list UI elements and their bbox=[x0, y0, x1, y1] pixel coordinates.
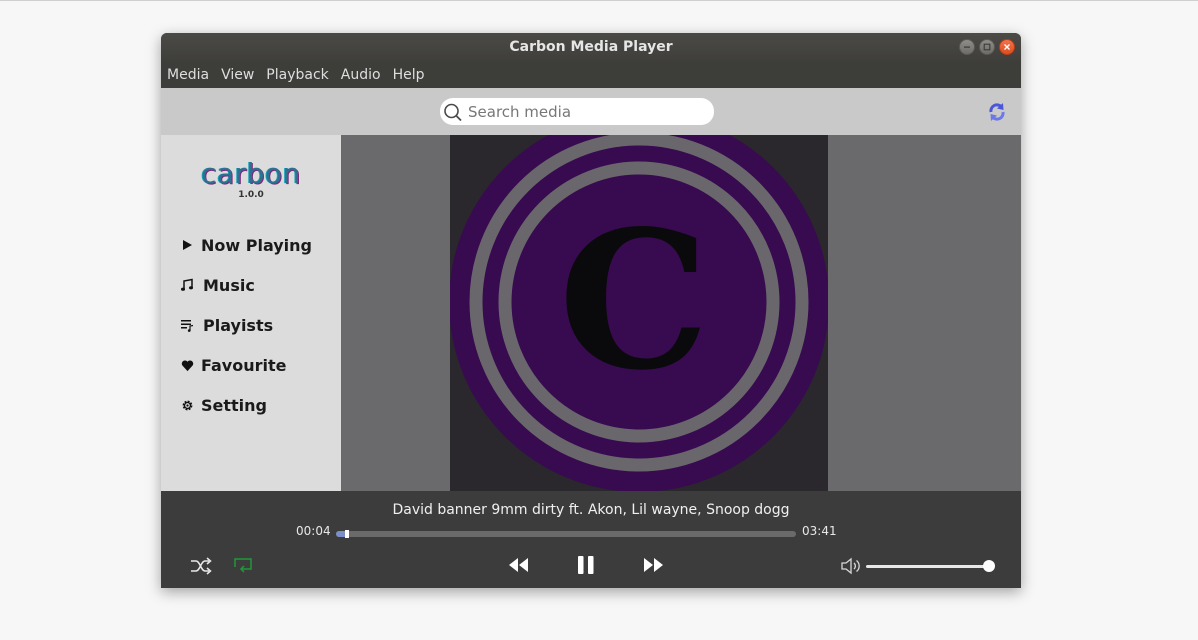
volume-button[interactable] bbox=[839, 555, 863, 577]
sidebar-item-music[interactable]: Music bbox=[179, 274, 255, 296]
menu-view[interactable]: View bbox=[215, 67, 260, 83]
sidebar-item-setting[interactable]: Setting bbox=[179, 394, 267, 416]
sidebar-item-label: Now Playing bbox=[201, 235, 313, 255]
play-icon bbox=[183, 240, 192, 250]
app-version: 1.0.0 bbox=[238, 190, 264, 200]
menu-media[interactable]: Media bbox=[161, 67, 215, 83]
menu-bar: Media View Playback Audio Help bbox=[161, 62, 1021, 88]
search-icon bbox=[444, 103, 462, 121]
player-window: Carbon Media Player Media View Playback … bbox=[161, 33, 1021, 588]
sidebar: carbon 1.0.0 Now Playing Music Playists … bbox=[161, 135, 341, 491]
elapsed-time: 00:04 bbox=[296, 524, 331, 538]
previous-button[interactable] bbox=[505, 554, 531, 576]
search-input[interactable] bbox=[466, 101, 710, 122]
repeat-icon bbox=[234, 558, 252, 573]
maximize-button[interactable] bbox=[979, 39, 995, 55]
gear-icon bbox=[182, 400, 192, 410]
playback-controls: David banner 9mm dirty ft. Akon, Lil way… bbox=[161, 491, 1021, 588]
menu-playback[interactable]: Playback bbox=[260, 67, 334, 83]
sidebar-item-label: Playists bbox=[203, 315, 274, 335]
rewind-icon bbox=[509, 558, 528, 572]
sidebar-item-playlists[interactable]: Playists bbox=[179, 314, 273, 336]
top-border bbox=[0, 0, 1198, 1]
artwork-letter: C bbox=[558, 189, 709, 412]
album-artwork: C bbox=[450, 135, 828, 491]
repeat-button[interactable] bbox=[231, 555, 255, 577]
window-title: Carbon Media Player bbox=[509, 39, 673, 55]
volume-handle[interactable] bbox=[983, 560, 995, 572]
duration-time: 03:41 bbox=[802, 524, 837, 538]
carbon-artwork: C bbox=[450, 135, 828, 491]
shuffle-button[interactable] bbox=[189, 555, 213, 577]
sidebar-item-label: Setting bbox=[201, 395, 267, 415]
maximize-icon bbox=[983, 43, 991, 51]
menu-audio[interactable]: Audio bbox=[335, 67, 387, 83]
volume-icon bbox=[841, 557, 860, 575]
search-bar bbox=[161, 88, 1021, 135]
music-note-icon bbox=[181, 278, 193, 291]
pause-icon bbox=[578, 556, 594, 574]
sidebar-item-label: Favourite bbox=[201, 355, 287, 375]
next-button[interactable] bbox=[641, 554, 667, 576]
menu-help[interactable]: Help bbox=[387, 67, 431, 83]
minimize-icon bbox=[964, 46, 970, 48]
sidebar-item-favourite[interactable]: Favourite bbox=[179, 354, 286, 376]
volume-slider[interactable] bbox=[866, 560, 995, 572]
sidebar-item-label: Music bbox=[203, 275, 255, 295]
search-box[interactable] bbox=[440, 98, 714, 125]
shuffle-icon bbox=[191, 557, 212, 575]
pause-button[interactable] bbox=[573, 553, 599, 577]
close-button[interactable] bbox=[999, 39, 1015, 55]
refresh-icon[interactable] bbox=[987, 101, 1007, 123]
now-playing-area: C bbox=[341, 135, 1021, 491]
title-bar[interactable]: Carbon Media Player bbox=[161, 33, 1021, 62]
playlist-icon bbox=[181, 320, 194, 332]
app-logo: carbon bbox=[201, 157, 301, 190]
fast-forward-icon bbox=[644, 558, 663, 572]
sidebar-item-now-playing[interactable]: Now Playing bbox=[179, 234, 312, 256]
heart-icon bbox=[181, 359, 193, 371]
close-icon bbox=[1004, 44, 1010, 50]
minimize-button[interactable] bbox=[959, 39, 975, 55]
track-title: David banner 9mm dirty ft. Akon, Lil way… bbox=[392, 502, 790, 518]
progress-bar[interactable] bbox=[336, 530, 796, 538]
progress-handle[interactable] bbox=[345, 530, 350, 538]
window-controls bbox=[959, 39, 1015, 55]
